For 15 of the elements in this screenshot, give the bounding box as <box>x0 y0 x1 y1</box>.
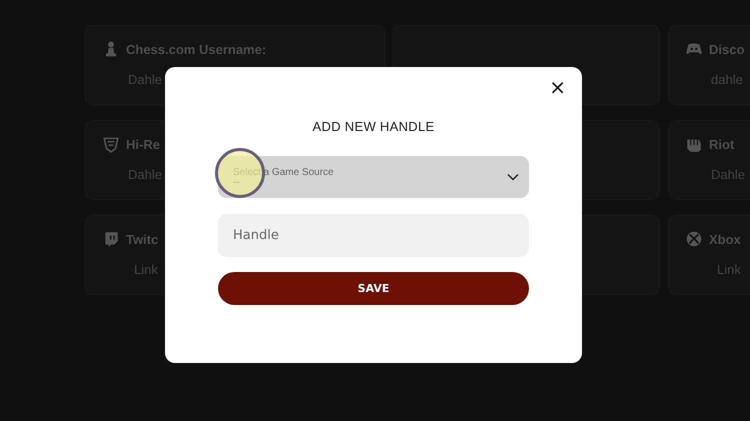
close-button[interactable]: × <box>547 77 568 97</box>
card-title: Chess.com Username: <box>126 42 266 56</box>
select-value: -- <box>233 178 241 188</box>
card-title: Twitc <box>126 232 158 246</box>
sphere-icon <box>685 230 703 248</box>
card-title: Riot <box>709 136 734 152</box>
shield-icon <box>102 135 120 153</box>
chevron-down-icon <box>507 173 519 181</box>
card-title: Disco <box>709 42 744 56</box>
save-button[interactable]: SAVE <box>218 272 529 305</box>
card-title: Hi-Re <box>126 136 160 152</box>
handle-field[interactable]: Handle <box>218 214 529 257</box>
dialog-title: ADD NEW HANDLE <box>312 119 434 134</box>
cursor-highlight <box>215 148 265 198</box>
card-title: Xbox <box>709 232 741 246</box>
